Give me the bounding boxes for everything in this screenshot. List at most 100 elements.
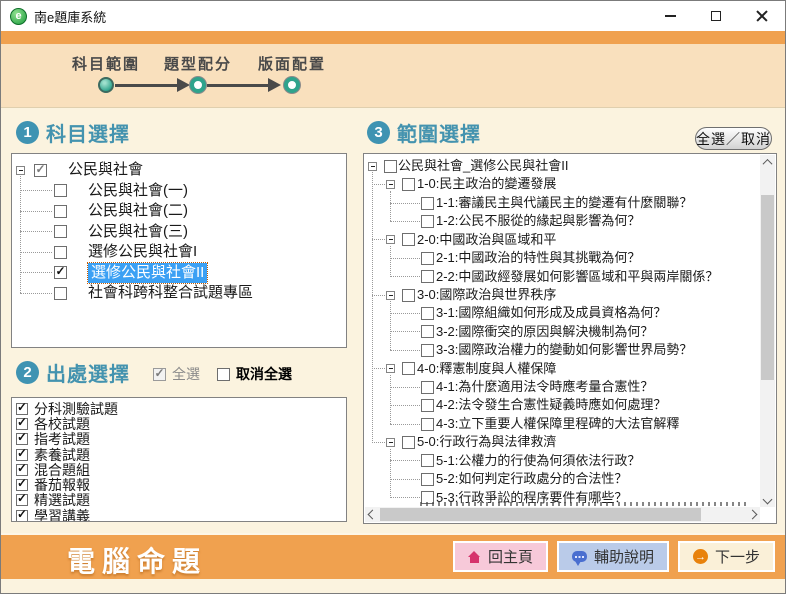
tree-checkbox[interactable] [421, 197, 434, 210]
next-step-button[interactable]: → 下一步 [678, 541, 775, 572]
tree-checkbox[interactable] [54, 184, 67, 197]
vertical-scrollbar[interactable] [760, 155, 775, 507]
tree-checkbox[interactable] [421, 344, 434, 357]
tree-item-label[interactable]: 公民與社會_選修公民與社會II [398, 157, 568, 175]
scroll-right-button[interactable] [745, 507, 760, 522]
tree-item-label[interactable]: 公民與社會(三) [88, 222, 188, 243]
tree-checkbox[interactable] [421, 325, 434, 338]
tree-item-label[interactable]: 選修公民與社會I [88, 242, 197, 263]
source-checkbox[interactable]: ✓ [16, 494, 28, 506]
tree-checkbox[interactable] [402, 289, 415, 302]
vertical-scroll-thumb[interactable] [761, 195, 774, 380]
tree-item-label[interactable]: 1-2:公民不服從的緣起與影響為何？ [436, 212, 640, 230]
list-item[interactable]: ✓學習講義 [16, 508, 90, 522]
check-icon: ✓ [17, 400, 27, 414]
tree-item-label[interactable]: 4-1:為什麼適用法令時應考量合憲性？ [436, 378, 653, 396]
check-icon: ✓ [17, 507, 27, 521]
tree-checkbox[interactable] [421, 307, 434, 320]
scroll-down-button[interactable] [760, 492, 775, 507]
tree-item-label[interactable]: 公民與社會(二) [88, 201, 188, 222]
horizontal-scrollbar[interactable] [365, 507, 760, 522]
tree-item-label[interactable]: 1-1:審議民主與代議民主的變遷有什麼關聯？ [436, 194, 692, 212]
tree-checkbox[interactable] [421, 418, 434, 431]
tree-item-label[interactable]: 5-1:公權力的行使為何須依法行政？ [436, 452, 640, 470]
tree-expand-toggle[interactable] [386, 364, 395, 373]
tree-item-label[interactable]: 4-0:釋憲制度與人權保障 [417, 360, 556, 378]
app-logo-icon: e [10, 8, 27, 25]
tree-item-label[interactable]: 公民與社會 [68, 160, 143, 181]
source-checkbox[interactable]: ✓ [16, 479, 28, 491]
tree-item-label[interactable]: 選修公民與社會II [88, 263, 207, 284]
tree-checkbox[interactable]: ✓ [54, 266, 67, 279]
clipped-tree-row [420, 502, 746, 506]
tree-item-label[interactable]: 社會科跨科整合試題專區 [88, 283, 253, 304]
tree-checkbox[interactable] [421, 270, 434, 283]
tree-checkbox[interactable] [421, 252, 434, 265]
step-label-layout-config: 版面配置 [230, 53, 354, 74]
tree-item-label[interactable]: 2-0:中國政治與區域和平 [417, 231, 556, 249]
tree-checkbox[interactable] [402, 233, 415, 246]
source-checkbox[interactable]: ✓ [16, 449, 28, 461]
tree-checkbox[interactable] [402, 178, 415, 191]
tree-item-label[interactable]: 4-3:立下重要人權保障里程碑的大法官解釋 [436, 415, 679, 433]
tree-checkbox[interactable]: ✓ [34, 164, 47, 177]
tree-expand-toggle[interactable] [386, 180, 395, 189]
tree-checkbox[interactable] [402, 362, 415, 375]
section-number-3: 3 [367, 121, 390, 144]
source-checkbox[interactable]: ✓ [16, 510, 28, 522]
tree-expand-toggle[interactable] [386, 291, 395, 300]
tree-connector [390, 460, 420, 461]
tree-checkbox[interactable] [54, 246, 67, 259]
tree-expand-toggle[interactable] [386, 235, 395, 244]
close-button[interactable] [739, 1, 785, 31]
maximize-icon [711, 11, 721, 21]
tree-expand-toggle[interactable] [386, 438, 395, 447]
tree-connector [390, 246, 391, 277]
tree-checkbox[interactable] [54, 287, 67, 300]
home-button[interactable]: 回主頁 [453, 541, 548, 572]
check-icon: ✓ [155, 366, 165, 380]
tree-checkbox[interactable] [421, 399, 434, 412]
tree-connector [390, 449, 391, 498]
minus-icon [19, 170, 23, 171]
tree-checkbox[interactable] [402, 436, 415, 449]
source-checkbox[interactable]: ✓ [16, 403, 28, 415]
source-checkbox[interactable]: ✓ [16, 433, 28, 445]
deselect-all-checkbox[interactable]: 取消全選 [217, 364, 292, 384]
deselect-all-label: 取消全選 [236, 364, 292, 384]
maximize-button[interactable] [693, 1, 739, 31]
source-checkbox[interactable]: ✓ [16, 418, 28, 430]
horizontal-scroll-thumb[interactable] [380, 508, 701, 521]
tree-connector [390, 301, 391, 350]
tree-connector [20, 272, 52, 273]
tree-item-label[interactable]: 2-2:中國政經發展如何影響區域和平與兩岸關係？ [436, 268, 718, 286]
tree-item-label[interactable]: 4-2:法令發生合憲性疑義時應如何處理？ [436, 396, 666, 414]
help-button[interactable]: 輔助說明 [557, 541, 669, 572]
tree-item-label[interactable]: 3-0:國際政治與世界秩序 [417, 286, 556, 304]
tree-expand-toggle[interactable] [16, 166, 25, 175]
tree-checkbox[interactable] [384, 160, 397, 173]
toggle-select-all-button[interactable]: 全選／取消 [695, 127, 772, 150]
tree-item-label[interactable]: 1-0:民主政治的變遷發展 [417, 175, 556, 193]
tree-checkbox[interactable] [54, 225, 67, 238]
tree-item-label[interactable]: 3-1:國際組織如何形成及成員資格為何？ [436, 304, 666, 322]
select-all-checkbox[interactable]: ✓ 全選 [153, 364, 200, 384]
tree-item-label[interactable]: 3-3:國際政治權力的變動如何影響世界局勢？ [436, 341, 692, 359]
tree-checkbox[interactable] [421, 473, 434, 486]
tree-connector [390, 203, 420, 204]
scroll-left-button[interactable] [365, 507, 380, 522]
tree-checkbox[interactable] [421, 215, 434, 228]
tree-checkbox[interactable] [54, 205, 67, 218]
tree-expand-toggle[interactable] [368, 162, 377, 171]
tree-item-label[interactable]: 公民與社會(一) [88, 181, 188, 202]
minimize-button[interactable] [647, 1, 693, 31]
tree-item-label[interactable]: 5-0:行政行為與法律救濟 [417, 433, 556, 451]
tree-item-label[interactable]: 5-2:如何判定行政處分的合法性？ [436, 470, 627, 488]
tree-item-label[interactable]: 3-2:國際衝突的原因與解決機制為何？ [436, 323, 653, 341]
range-tree-box: 公民與社會_選修公民與社會II1-0:民主政治的變遷發展1-1:審議民主與代議民… [363, 153, 777, 524]
tree-checkbox[interactable] [421, 381, 434, 394]
scroll-up-button[interactable] [760, 155, 775, 170]
tree-item-label[interactable]: 2-1:中國政治的特性與其挑戰為何？ [436, 249, 640, 267]
tree-checkbox[interactable] [421, 454, 434, 467]
source-checkbox[interactable]: ✓ [16, 464, 28, 476]
